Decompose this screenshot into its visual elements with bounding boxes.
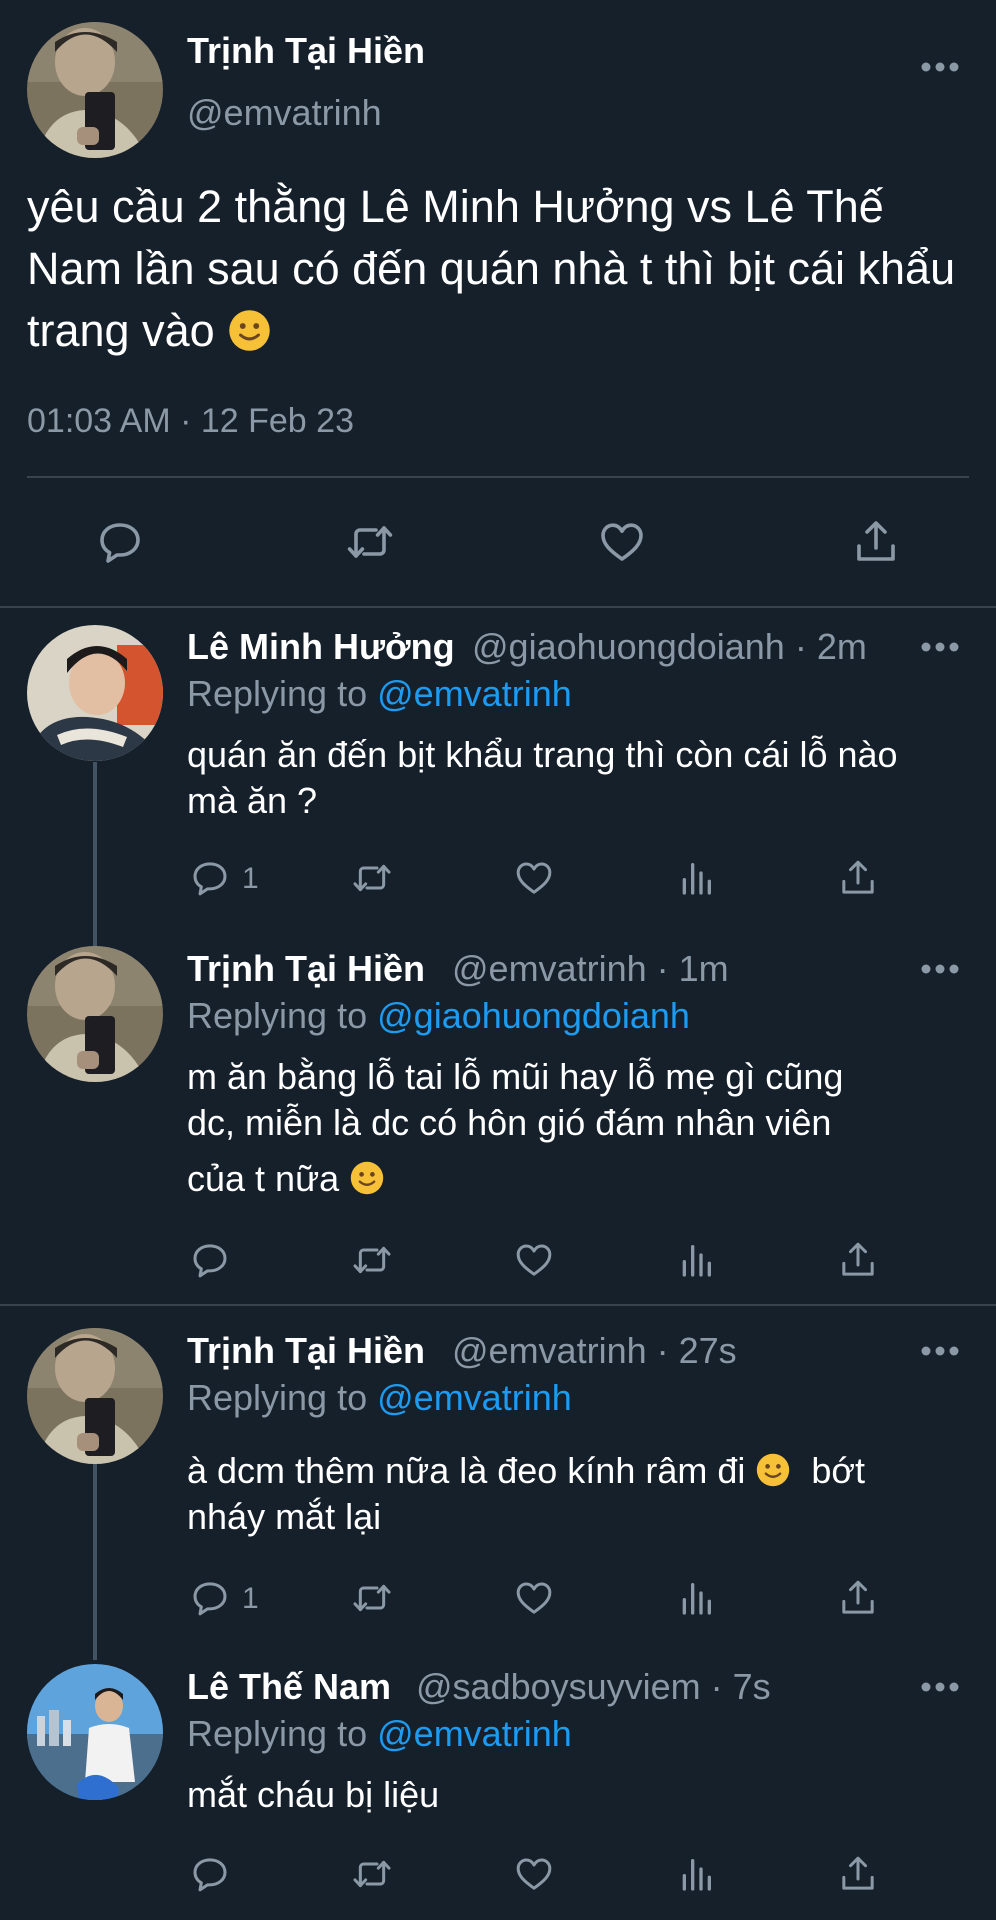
replying-to: Replying to @giaohuongdoianh: [187, 995, 690, 1037]
more-icon[interactable]: [920, 1344, 960, 1358]
divider: [0, 606, 996, 608]
author-name[interactable]: Trịnh Tại Hiền: [187, 30, 425, 72]
slightly-smiling-face-emoji: [227, 308, 272, 353]
tweet-text-line: nháy mắt lại: [187, 1496, 382, 1537]
author-meta[interactable]: @sadboysuyviem · 7s: [416, 1666, 771, 1708]
tweet-text: à dcm thêm nữa là đeo kính râm đi bớt nh…: [187, 1448, 947, 1540]
mention-link[interactable]: @emvatrinh: [377, 1713, 572, 1754]
replying-to-label: Replying to: [187, 1713, 368, 1754]
retweet-icon[interactable]: [352, 1240, 392, 1280]
divider: [0, 1304, 996, 1306]
replying-to: Replying to @emvatrinh: [187, 1377, 572, 1419]
retweet-icon[interactable]: [346, 518, 394, 566]
reply-count: 1: [242, 1582, 259, 1615]
avatar[interactable]: [27, 22, 163, 158]
avatar[interactable]: [27, 625, 163, 761]
tweet-text-line: dc, miễn là dc có hôn gió đám nhân viên: [187, 1102, 832, 1143]
reply-icon[interactable]: [96, 518, 144, 566]
mention-link[interactable]: @emvatrinh: [377, 673, 572, 714]
replying-to-label: Replying to: [187, 673, 368, 714]
tweet-text: mắt cháu bị liệu: [187, 1774, 440, 1815]
like-icon[interactable]: [514, 1240, 554, 1280]
author-meta[interactable]: @emvatrinh · 1m: [452, 948, 729, 990]
avatar[interactable]: [27, 1664, 163, 1800]
tweet-text-line: của t nữa: [187, 1158, 340, 1199]
reply-icon[interactable]: [190, 1240, 230, 1280]
reply-icon[interactable]: [190, 858, 230, 898]
views-icon[interactable]: [676, 858, 716, 898]
author-meta[interactable]: @giaohuongdoianh · 2m: [472, 626, 867, 668]
tweet-text: quán ăn đến bịt khẩu trang thì còn cái l…: [187, 734, 898, 821]
mention-link[interactable]: @giaohuongdoianh: [377, 995, 690, 1036]
share-icon[interactable]: [838, 1240, 878, 1280]
replying-to: Replying to @emvatrinh: [187, 1713, 572, 1755]
thread-line: [93, 762, 97, 947]
thread-line: [93, 1464, 97, 1660]
like-icon[interactable]: [514, 1854, 554, 1894]
author-name[interactable]: Lê Minh Hưởng: [187, 626, 455, 668]
author-handle[interactable]: @emvatrinh: [187, 92, 382, 134]
tweet-text-line: m ăn bằng lỗ tai lỗ mũi hay lỗ mẹ gì cũn…: [187, 1056, 844, 1097]
like-icon[interactable]: [514, 858, 554, 898]
replying-to-label: Replying to: [187, 1377, 368, 1418]
share-icon[interactable]: [838, 1578, 878, 1618]
avatar[interactable]: [27, 946, 163, 1082]
more-icon[interactable]: [920, 1680, 960, 1694]
divider: [27, 476, 969, 478]
author-name[interactable]: Trịnh Tại Hiền: [187, 948, 425, 990]
views-icon[interactable]: [676, 1578, 716, 1618]
views-icon[interactable]: [676, 1854, 716, 1894]
views-icon[interactable]: [676, 1240, 716, 1280]
replying-to-label: Replying to: [187, 995, 368, 1036]
reply-icon[interactable]: [190, 1578, 230, 1618]
like-icon[interactable]: [598, 518, 646, 566]
author-name[interactable]: Lê Thế Nam: [187, 1666, 391, 1708]
tweet-text: yêu cầu 2 thằng Lê Minh Hưởng vs Lê Thế …: [27, 176, 977, 362]
author-meta[interactable]: @emvatrinh · 27s: [452, 1330, 737, 1372]
reply-icon[interactable]: [190, 1854, 230, 1894]
tweet-text-line: à dcm thêm nữa là đeo kính râm đi: [187, 1450, 746, 1491]
tweet-timestamp[interactable]: 01:03 AM · 12 Feb 23: [27, 402, 354, 441]
tweet-text: m ăn bằng lỗ tai lỗ mũi hay lỗ mẹ gì cũn…: [187, 1054, 947, 1202]
author-name[interactable]: Trịnh Tại Hiền: [187, 1330, 425, 1372]
more-icon[interactable]: [920, 60, 960, 74]
avatar[interactable]: [27, 1328, 163, 1464]
retweet-icon[interactable]: [352, 1578, 392, 1618]
retweet-icon[interactable]: [352, 1854, 392, 1894]
reply-count: 1: [242, 862, 259, 895]
tweet-text-content: yêu cầu 2 thằng Lê Minh Hưởng vs Lê Thế …: [27, 181, 956, 356]
replying-to: Replying to @emvatrinh: [187, 673, 572, 715]
slightly-smiling-face-emoji: [755, 1452, 791, 1488]
tweet-text-line: bớt: [811, 1450, 866, 1491]
retweet-icon[interactable]: [352, 858, 392, 898]
share-icon[interactable]: [838, 858, 878, 898]
like-icon[interactable]: [514, 1578, 554, 1618]
slightly-smiling-face-emoji: [349, 1160, 385, 1196]
share-icon[interactable]: [852, 518, 900, 566]
mention-link[interactable]: @emvatrinh: [377, 1377, 572, 1418]
more-icon[interactable]: [920, 962, 960, 976]
share-icon[interactable]: [838, 1854, 878, 1894]
more-icon[interactable]: [920, 640, 960, 654]
